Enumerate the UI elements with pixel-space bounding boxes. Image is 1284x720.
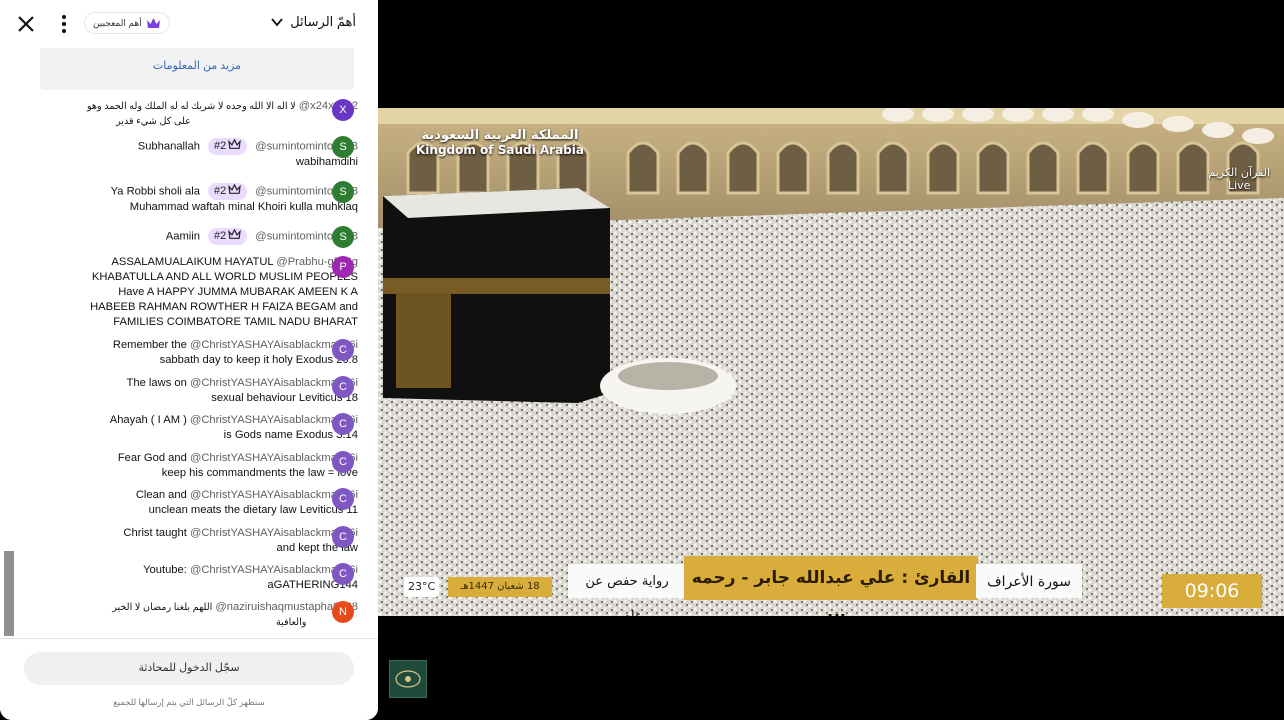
message-text: على كل شيء قدير (116, 116, 191, 127)
message-text: Remember the (112, 339, 187, 351)
hijri-date: 18 شعبان 1447هـ (460, 581, 540, 592)
emblem-icon (395, 670, 421, 688)
rank-badge: #2 (207, 228, 248, 245)
message-text: Ahayah ( I AM ) (109, 414, 187, 426)
avatar[interactable]: C (332, 488, 354, 510)
message-text: is Gods name Exodus 3:14 (223, 429, 358, 441)
message-text: The laws on (126, 377, 187, 389)
message-text: Youtube: (143, 564, 187, 576)
avatar[interactable]: C (332, 339, 354, 361)
top-fans-label: أهم المعجبين (93, 17, 142, 28)
avatar[interactable]: C (332, 563, 354, 585)
info-banner: مزيد من المعلومات (40, 48, 354, 90)
message-text: والعافية (276, 617, 307, 628)
reciter-bar: القارئ : علي عبدالله جابر - رحمه الله (684, 556, 978, 616)
avatar[interactable]: C (332, 526, 354, 548)
crown-icon (146, 17, 160, 28)
chat-message: Christ taught @ChristYASHAYAisablackman-… (40, 526, 358, 556)
avatar[interactable]: S (332, 226, 354, 248)
message-text: Have A HAPPY JUMMA MUBARAK AMEEN K A (118, 286, 358, 298)
message-text: Clean and (135, 489, 187, 501)
live-video-frame (378, 108, 1284, 616)
message-text: KHABATULLA AND ALL WORLD MUSLIM PEOPLES (91, 271, 358, 283)
temperature-badge: 23°C (404, 577, 440, 597)
chat-scrollbar[interactable] (4, 551, 14, 636)
avatar[interactable]: C (332, 376, 354, 398)
clock-time: 09:06 (1184, 580, 1240, 602)
surah-name: سورة الأعراف (987, 574, 1071, 590)
chat-message: Clean and @ChristYASHAYAisablackman-l6i … (40, 488, 358, 518)
channel-name-ar: المملكة العربية السعودية (421, 128, 579, 143)
chat-mode-title: أهمّ الرسائل (290, 14, 356, 29)
quran-live-ar: القرآن الكريم (1208, 166, 1270, 179)
avatar[interactable]: C (332, 413, 354, 435)
crown-icon (228, 228, 242, 239)
screen: أهم المعجبين أهمّ الرسائل مزيد من المعلو… (0, 0, 1284, 720)
avatar[interactable]: N (332, 601, 354, 623)
chat-message: Ya Robbi sholi ala #2 @sumintominto8698 Mu… (40, 183, 358, 215)
chat-message: Fear God and @ChristYASHAYAisablackman-l… (40, 451, 358, 481)
message-text: and kept the law (276, 542, 358, 554)
message-text: unclean meats the dietary law Leviticus … (148, 504, 358, 516)
chat-mode-selector[interactable]: أهمّ الرسائل (270, 14, 356, 30)
clock-badge: 09:06 (1162, 574, 1262, 608)
message-text: ASSALAMUALAIKUM HAYATUL (111, 256, 274, 268)
crown-icon (228, 183, 242, 194)
rank-badge: #2 (207, 183, 248, 200)
message-text: Subhanallah (137, 140, 200, 153)
avatar[interactable]: X (332, 99, 354, 121)
chat-message: Youtube: @ChristYASHAYAisablackman-l6i a… (40, 563, 358, 593)
chat-message: Ahayah ( I AM ) @ChristYASHAYAisablackma… (40, 413, 358, 443)
message-text: HABEEB RAHMAN ROWTHER H FAIZA BEGAM and (90, 301, 358, 313)
message-text: FAMILIES COIMBATORE TAMIL NADU BHARAT (113, 316, 358, 328)
chevron-down-icon (271, 18, 283, 27)
more-info-link[interactable]: مزيد من المعلومات (40, 59, 354, 72)
chat-message: لا اله الا الله وحده لا شريك له له الملك… (40, 99, 358, 129)
channel-logo: المملكة العربية السعودية Kingdom of Saud… (416, 128, 584, 157)
rank-badge: #2 (207, 138, 248, 155)
live-label: Live (1227, 179, 1251, 192)
chat-footer: سجّل الدخول للمحادثة ستظهر كلّ الرسائل ا… (0, 638, 378, 720)
chat-message: ASSALAMUALAIKUM HAYATUL @Prabhu-g5k6g KH… (40, 255, 358, 330)
chat-message: Aamiin #2 @sumintominto8698 (40, 228, 358, 245)
message-text: aGATHERING144 (267, 579, 358, 591)
video-player[interactable]: المملكة العربية السعودية Kingdom of Saud… (378, 108, 1284, 616)
message-text: لا اله الا الله وحده لا شريك له له الملك… (86, 101, 296, 112)
top-fans-badge[interactable]: أهم المعجبين (84, 12, 170, 34)
temperature: 23°C (408, 580, 436, 593)
chat-message: Remember the @ChristYASHAYAisablackman-l… (40, 338, 358, 368)
message-text: sexual behaviour Leviticus 18 (211, 392, 358, 404)
message-text: Aamiin (165, 230, 200, 243)
message-text: keep his commandments the law = love (161, 467, 358, 479)
message-text: Muhammad waftah minal Khoiri kulla muhkl… (129, 201, 358, 213)
chat-header: أهم المعجبين أهمّ الرسائل (0, 0, 378, 48)
channel-name-en: Kingdom of Saudi Arabia (416, 143, 584, 157)
chat-message: The laws on @ChristYASHAYAisablackman-l6… (40, 376, 358, 406)
message-text: wabihamdihi (295, 156, 358, 168)
message-text: Fear God and (117, 452, 187, 464)
channel-thumbnail[interactable] (389, 660, 427, 698)
chat-message: Subhanallah #2 @sumintominto8698 wabihamdi… (40, 138, 358, 170)
avatar[interactable]: S (332, 136, 354, 158)
narration-bar: رواية حفص عن عاصم (568, 564, 686, 616)
live-logo: القرآن الكريم Live (1208, 166, 1270, 192)
close-icon[interactable] (14, 12, 38, 36)
more-options-icon[interactable] (56, 12, 72, 36)
sign-in-to-chat-button[interactable]: سجّل الدخول للمحادثة (24, 652, 354, 685)
message-text: Christ taught (123, 527, 187, 539)
surah-bar: سورة الأعراف (976, 564, 1082, 598)
avatar[interactable]: P (332, 256, 354, 278)
message-text: Ya Robbi sholi ala (110, 185, 200, 198)
message-text: sabbath day to keep it holy Exodus 20:8 (159, 354, 358, 366)
message-text: اللهم بلغنا رمضان لا الخير (112, 602, 213, 613)
crown-icon (228, 138, 242, 149)
chat-message: اللهم بلغنا رمضان لا الخير @naziruishaqm… (40, 600, 358, 630)
avatar[interactable]: S (332, 181, 354, 203)
live-chat-panel: أهم المعجبين أهمّ الرسائل مزيد من المعلو… (0, 0, 378, 720)
footer-note: ستظهر كلّ الرسائل التي يتم إرسالها للجمي… (113, 697, 265, 707)
date-badge: 18 شعبان 1447هـ (448, 577, 552, 597)
avatar[interactable]: C (332, 451, 354, 473)
